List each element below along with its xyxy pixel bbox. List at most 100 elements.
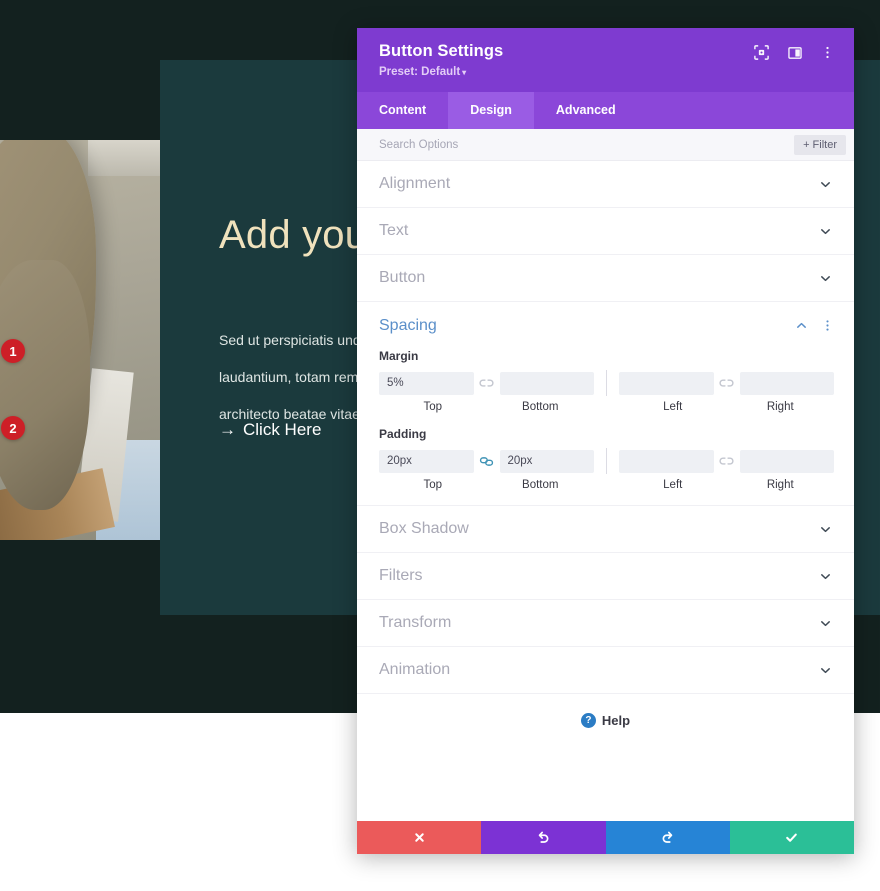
link-linked-icon[interactable]: [474, 455, 500, 468]
padding-labels-row: Top Bottom Left Right: [379, 479, 834, 491]
padding-label: Padding: [379, 427, 427, 441]
section-spacing-header[interactable]: Spacing: [357, 302, 854, 349]
chevron-up-icon[interactable]: [795, 319, 808, 332]
section-label: Button: [379, 269, 426, 286]
tab-advanced[interactable]: Advanced: [534, 92, 638, 129]
field-divider: [606, 448, 607, 474]
modal-footer: [357, 821, 854, 854]
field-divider: [606, 370, 607, 396]
section-filters[interactable]: Filters: [357, 553, 854, 600]
padding-left-input[interactable]: [619, 449, 714, 473]
modal-body: Alignment Text Button Spacing Margin 5% …: [357, 161, 854, 821]
margin-inputs-row: [379, 370, 834, 396]
screen: Add your Sed ut perspiciatis und laudant…: [0, 0, 880, 891]
website-cta-button[interactable]: → Click Here: [219, 420, 321, 440]
filter-button[interactable]: + Filter: [794, 134, 846, 155]
cancel-button[interactable]: [357, 821, 482, 854]
section-label: Text: [379, 222, 409, 239]
modal-tabs: Content Design Advanced: [357, 92, 854, 129]
more-options-icon[interactable]: [819, 44, 836, 61]
help-question-icon: ?: [580, 713, 596, 728]
padding-left-label: Left: [663, 479, 683, 491]
website-cta-label: Click Here: [243, 420, 322, 439]
chevron-down-icon: [819, 570, 832, 583]
section-label: Box Shadow: [379, 520, 469, 537]
plus-icon: +: [803, 138, 810, 151]
tab-design[interactable]: Design: [448, 92, 534, 129]
link-unlinked-icon[interactable]: [474, 377, 500, 390]
margin-top-input[interactable]: [379, 371, 474, 395]
padding-bottom-label: Bottom: [522, 479, 559, 491]
tab-content[interactable]: Content: [357, 92, 448, 129]
link-unlinked-icon[interactable]: [714, 377, 740, 390]
preset-dropdown[interactable]: Preset: Default ▾: [379, 66, 466, 78]
section-animation[interactable]: Animation: [357, 647, 854, 694]
search-bar: +Filter: [357, 129, 854, 161]
chevron-down-icon: [819, 272, 832, 285]
padding-inputs-row: [379, 448, 834, 474]
redo-icon: [660, 830, 675, 845]
padding-right-label: Right: [766, 479, 794, 491]
undo-button[interactable]: [481, 821, 606, 854]
panel-layout-icon[interactable]: [786, 44, 803, 61]
image-figure-shape-secondary: [0, 260, 90, 510]
filter-button-label: Filter: [812, 138, 837, 151]
check-icon: [784, 830, 799, 845]
margin-right-input[interactable]: [739, 371, 834, 395]
padding-top-bottom-pair: [379, 449, 594, 473]
link-unlinked-icon[interactable]: [714, 455, 740, 468]
search-input[interactable]: [379, 138, 795, 151]
margin-left-input[interactable]: [619, 371, 714, 395]
section-label: Transform: [379, 614, 452, 631]
section-more-options-icon[interactable]: [821, 319, 834, 332]
image-ledge-shape: [88, 140, 160, 176]
annotation-badge-1: 1: [1, 339, 25, 363]
button-settings-modal: Button Settings Preset: Default ▾ Conten…: [357, 28, 854, 854]
margin-bottom-input[interactable]: [499, 371, 594, 395]
close-icon: [413, 831, 426, 844]
padding-right-input[interactable]: [739, 449, 834, 473]
annotation-badge-2: 2: [1, 416, 25, 440]
labels-spacer: [594, 401, 619, 413]
margin-label: Margin: [379, 349, 419, 363]
labels-spacer: [594, 479, 619, 491]
undo-icon: [536, 830, 551, 845]
section-text[interactable]: Text: [357, 208, 854, 255]
margin-top-bottom-pair: [379, 371, 594, 395]
help-link[interactable]: ? Help: [357, 694, 854, 728]
section-transform[interactable]: Transform: [357, 600, 854, 647]
section-button[interactable]: Button: [357, 255, 854, 302]
focus-mode-icon[interactable]: [753, 44, 770, 61]
preset-label: Preset: Default: [379, 66, 461, 78]
margin-left-right-pair: [619, 371, 834, 395]
section-label: Filters: [379, 567, 423, 584]
chevron-down-icon: [819, 664, 832, 677]
modal-header-icons: [753, 44, 836, 61]
chevron-down-icon: [819, 178, 832, 191]
margin-right-label: Right: [766, 401, 794, 413]
section-alignment[interactable]: Alignment: [357, 161, 854, 208]
margin-left-label: Left: [663, 401, 683, 413]
margin-field-group: Margin 5% Top Bottom Left Right: [357, 349, 854, 413]
chevron-down-icon: ▾: [462, 68, 467, 77]
section-box-shadow[interactable]: Box Shadow: [357, 506, 854, 553]
padding-top-label: Top: [423, 479, 443, 491]
chevron-down-icon: [819, 225, 832, 238]
padding-bottom-input[interactable]: [499, 449, 594, 473]
section-label: Animation: [379, 661, 451, 678]
save-button[interactable]: [729, 821, 854, 854]
margin-bottom-label: Bottom: [522, 401, 559, 413]
padding-field-group: Padding 20px 20px Top Bottom Left Right: [357, 427, 854, 491]
modal-header: Button Settings Preset: Default ▾: [357, 28, 854, 92]
margin-labels-row: Top Bottom Left Right: [379, 401, 834, 413]
website-hero-image: [0, 140, 160, 540]
chevron-down-icon: [819, 617, 832, 630]
padding-left-right-pair: [619, 449, 834, 473]
redo-button[interactable]: [605, 821, 730, 854]
padding-top-input[interactable]: [379, 449, 474, 473]
help-label: Help: [601, 713, 631, 728]
section-label: Spacing: [379, 316, 437, 334]
section-label: Alignment: [379, 175, 451, 192]
arrow-right-icon: →: [219, 420, 236, 439]
margin-top-label: Top: [423, 401, 443, 413]
